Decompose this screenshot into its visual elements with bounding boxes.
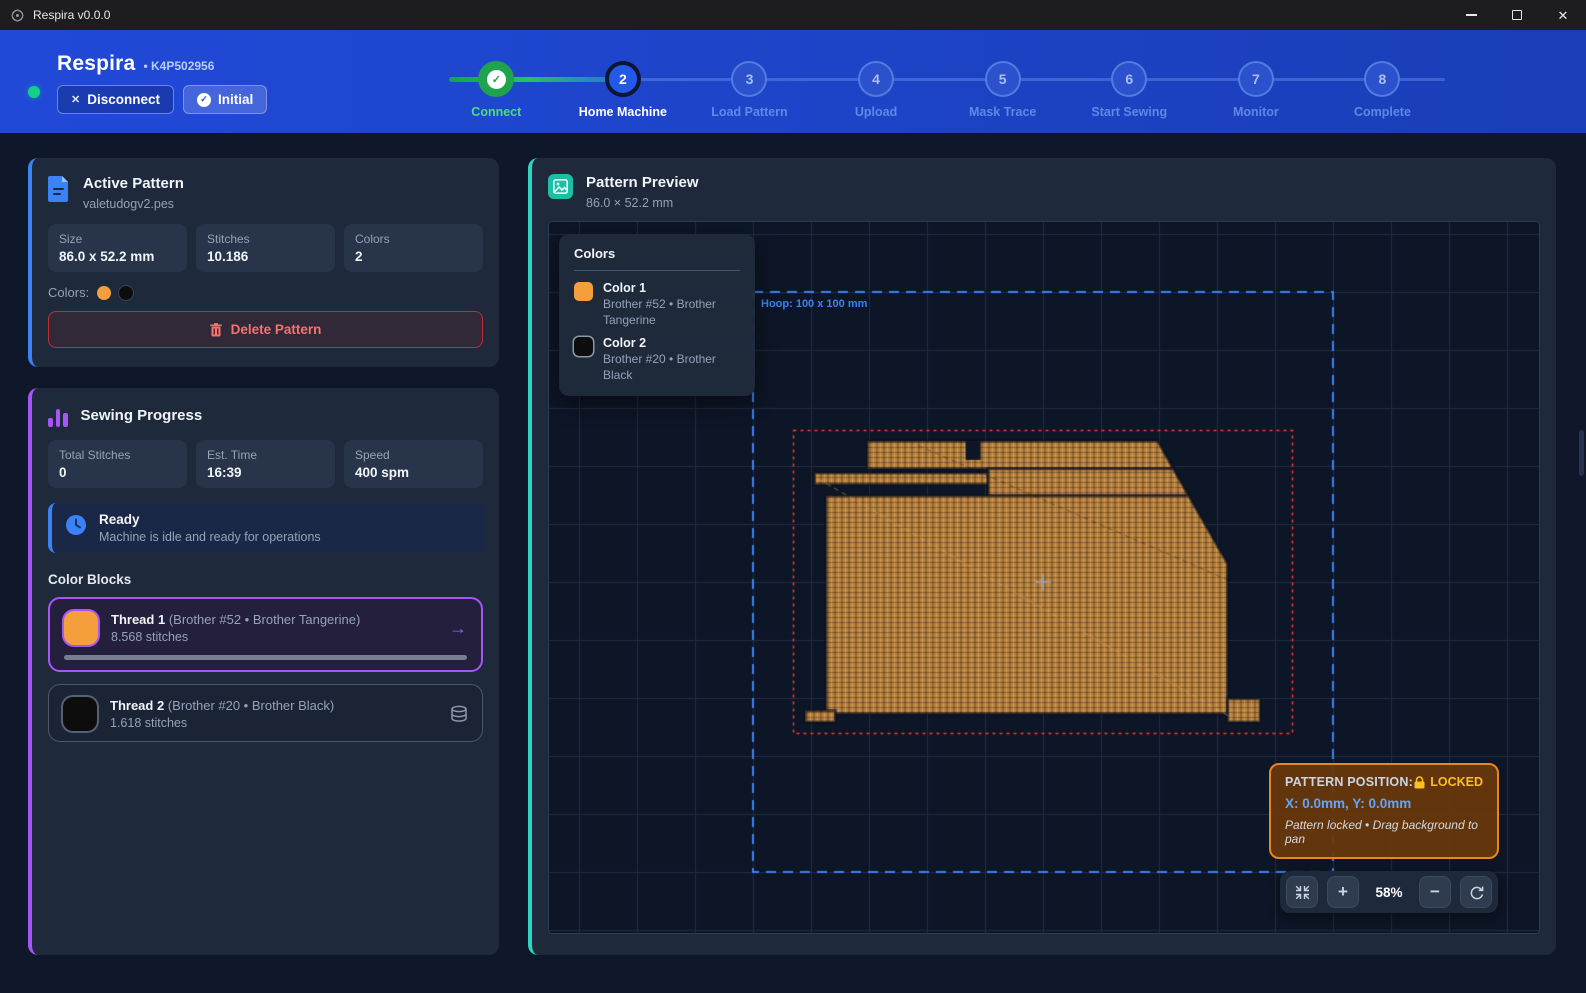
disconnect-x-icon: ✕: [71, 93, 80, 106]
disconnect-button[interactable]: ✕ Disconnect: [57, 85, 174, 114]
bar-chart-icon: [48, 407, 68, 427]
close-icon: ✕: [1558, 9, 1569, 22]
delete-pattern-button[interactable]: Delete Pattern: [48, 311, 483, 348]
thread-1-arrow-icon: →: [449, 618, 467, 639]
app-name: Respira: [57, 52, 135, 76]
workflow-stepper: ✓ Connect 2 Home Machine 3 Load Pattern …: [433, 30, 1446, 133]
reset-view-button[interactable]: [1460, 876, 1492, 908]
legend-entry-color2: Color 2 Brother #20 • Brother Black: [574, 336, 740, 383]
step-connect-circle[interactable]: ✓: [478, 61, 514, 97]
status-title: Ready: [99, 512, 321, 527]
stat-size: Size 86.0 x 52.2 mm: [48, 224, 187, 272]
disconnect-label: Disconnect: [87, 92, 160, 107]
step-start-sewing[interactable]: 6 Start Sewing: [1066, 30, 1193, 119]
delete-pattern-label: Delete Pattern: [231, 322, 322, 337]
pattern-preview-card: Pattern Preview 86.0 × 52.2 mm Hoop: 100…: [528, 158, 1556, 955]
app-window: Respira v0.0.0 ✕ Respira • K4P502956 ✕ D…: [0, 0, 1586, 993]
plus-icon: +: [1338, 882, 1348, 902]
brand-block: Respira • K4P502956 ✕ Disconnect ✓ Initi…: [28, 52, 267, 114]
active-pattern-card: Active Pattern valetudogv2.pes Size 86.0…: [28, 158, 499, 367]
step-connect[interactable]: ✓ Connect: [433, 30, 560, 119]
pattern-position-overlay: PATTERN POSITION: LOCKED X: 0.0mm, Y: 0.…: [1269, 763, 1499, 859]
status-description: Machine is idle and ready for operations: [99, 530, 321, 544]
step-done-check-icon: ✓: [487, 70, 506, 89]
legend-swatch-1: [574, 282, 593, 301]
close-button[interactable]: ✕: [1540, 0, 1586, 30]
step-home-machine-circle[interactable]: 2: [605, 61, 641, 97]
preview-canvas-area[interactable]: Hoop: 100 x 100 mm Colors Color 1 Brothe…: [548, 221, 1540, 934]
sewing-progress-card: Sewing Progress Total Stitches 0 Est. Ti…: [28, 388, 499, 955]
pattern-coordinates: X: 0.0mm, Y: 0.0mm: [1285, 796, 1483, 811]
step-home-machine[interactable]: 2 Home Machine: [560, 30, 687, 119]
active-pattern-title: Active Pattern: [83, 175, 184, 192]
clock-icon: [65, 514, 87, 536]
stat-speed: Speed 400 spm: [344, 440, 483, 488]
window-title: Respira v0.0.0: [33, 8, 110, 22]
queue-stack-icon: [450, 705, 468, 723]
file-icon: [48, 175, 70, 202]
thread-1-swatch: [64, 611, 98, 645]
preview-dimensions: 86.0 × 52.2 mm: [586, 196, 699, 210]
step-load-pattern[interactable]: 3 Load Pattern: [686, 30, 813, 119]
fit-view-button[interactable]: [1286, 876, 1318, 908]
zoom-in-button[interactable]: +: [1327, 876, 1359, 908]
pattern-position-label: PATTERN POSITION:: [1285, 775, 1413, 789]
machine-serial: • K4P502956: [143, 59, 214, 73]
lock-icon: [1414, 776, 1425, 789]
stat-colors: Colors 2: [344, 224, 483, 272]
minimize-button[interactable]: [1448, 0, 1494, 30]
fit-view-icon: [1295, 885, 1310, 900]
sewing-progress-title: Sewing Progress: [81, 407, 203, 424]
stat-stitches: Stitches 10.186: [196, 224, 335, 272]
colors-label: Colors:: [48, 285, 89, 300]
app-header: Respira • K4P502956 ✕ Disconnect ✓ Initi…: [0, 30, 1586, 133]
lock-status: LOCKED: [1414, 775, 1483, 789]
connection-status-dot: [28, 86, 40, 98]
check-circle-icon: ✓: [197, 93, 211, 107]
color-blocks-label: Color Blocks: [48, 572, 483, 587]
pattern-filename: valetudogv2.pes: [83, 197, 184, 211]
trash-icon: [210, 323, 222, 337]
maximize-icon: [1512, 10, 1522, 20]
color-swatch-1: [97, 286, 111, 300]
image-icon: [548, 174, 573, 199]
initial-label: Initial: [218, 92, 253, 107]
zoom-level: 58%: [1368, 885, 1410, 900]
step-monitor[interactable]: 7 Monitor: [1193, 30, 1320, 119]
zoom-out-button[interactable]: −: [1419, 876, 1451, 908]
initial-button[interactable]: ✓ Initial: [183, 85, 267, 114]
thread-1-row[interactable]: Thread 1 (Brother #52 • Brother Tangerin…: [48, 597, 483, 672]
step-mask-trace[interactable]: 5 Mask Trace: [939, 30, 1066, 119]
hoop-label: Hoop: 100 x 100 mm: [761, 298, 867, 310]
reset-view-icon: [1469, 885, 1484, 900]
legend-swatch-2: [574, 337, 593, 356]
legend-entry-color1: Color 1 Brother #52 • Brother Tangerine: [574, 281, 740, 328]
maximize-button[interactable]: [1494, 0, 1540, 30]
color-swatch-2: [119, 286, 133, 300]
step-complete[interactable]: 8 Complete: [1319, 30, 1446, 119]
app-icon: [10, 8, 25, 23]
machine-status-box: Ready Machine is idle and ready for oper…: [48, 503, 483, 553]
thread-2-row[interactable]: Thread 2 (Brother #20 • Brother Black) 1…: [48, 684, 483, 742]
minus-icon: −: [1430, 882, 1440, 902]
pattern-position-hint: Pattern locked • Drag background to pan: [1285, 818, 1483, 846]
thread-2-swatch: [63, 697, 97, 731]
titlebar: Respira v0.0.0 ✕: [0, 0, 1586, 30]
stat-total-stitches: Total Stitches 0: [48, 440, 187, 488]
stat-est-time: Est. Time 16:39: [196, 440, 335, 488]
colors-legend: Colors Color 1 Brother #52 • Brother Tan…: [559, 234, 755, 396]
minimize-icon: [1466, 14, 1477, 15]
window-scrollbar-thumb[interactable]: [1579, 430, 1584, 476]
zoom-toolbar: + 58% −: [1280, 871, 1498, 913]
thread-1-progress-bar: [64, 655, 467, 660]
preview-title: Pattern Preview: [586, 174, 699, 191]
step-upload[interactable]: 4 Upload: [813, 30, 940, 119]
